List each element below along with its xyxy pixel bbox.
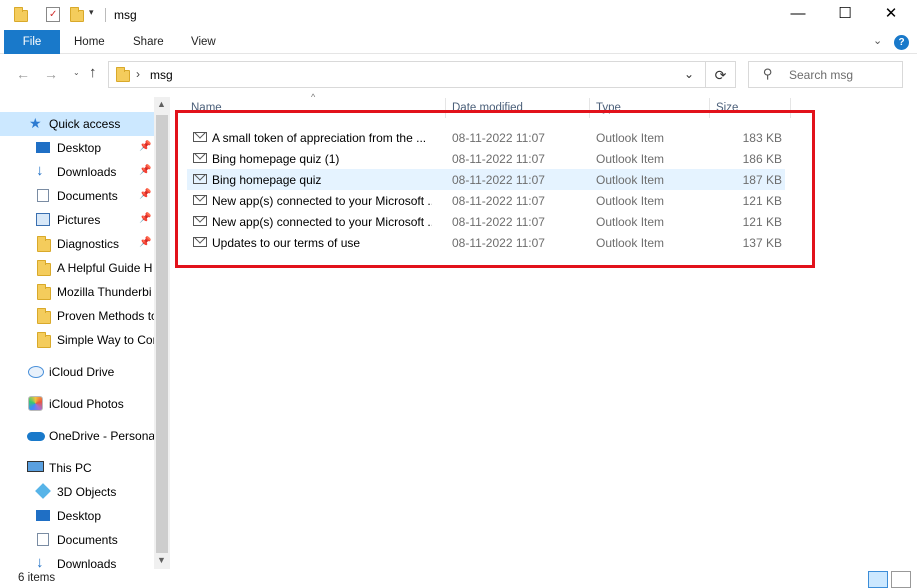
title-bar: ✓ ▾ msg — ☐ ✕ xyxy=(0,0,917,30)
address-folder-msg[interactable]: msg xyxy=(150,68,173,82)
sidebar-item-label: OneDrive - Personal xyxy=(49,429,154,443)
sidebar-item-pictures[interactable]: Pictures 📌 xyxy=(0,208,154,232)
details-view-icon[interactable] xyxy=(868,571,888,588)
sidebar-item-label: A Helpful Guide H xyxy=(57,261,153,275)
properties-icon[interactable]: ✓ xyxy=(46,7,60,22)
status-bar: 6 items xyxy=(0,570,917,588)
folder-icon xyxy=(37,308,51,324)
scroll-up-icon[interactable]: ▲ xyxy=(157,99,166,109)
tab-share[interactable]: Share xyxy=(133,30,164,54)
highlight-annotation-box xyxy=(175,110,815,268)
address-history-icon[interactable]: ⌄ xyxy=(684,67,694,81)
sidebar-item-label: Quick access xyxy=(49,117,121,131)
sidebar-item-proven-methods[interactable]: Proven Methods to xyxy=(0,304,154,328)
tab-file[interactable]: File xyxy=(4,30,60,54)
back-button[interactable]: ← xyxy=(16,66,30,82)
help-icon[interactable]: ? xyxy=(894,35,909,50)
search-placeholder[interactable]: Search msg xyxy=(789,68,853,82)
search-icon: ⚲ xyxy=(763,66,773,81)
sidebar-item-icloud-photos[interactable]: iCloud Photos xyxy=(0,392,154,416)
sidebar-item-icloud-drive[interactable]: iCloud Drive xyxy=(0,360,154,384)
sidebar-item-label: This PC xyxy=(49,461,92,475)
tab-home[interactable]: Home xyxy=(74,30,105,54)
sidebar-item-label: Diagnostics xyxy=(57,237,120,251)
large-icons-view-icon[interactable] xyxy=(891,571,911,588)
pin-icon: 📌 xyxy=(139,189,152,200)
window-title: msg xyxy=(114,8,137,22)
maximize-button[interactable]: ☐ xyxy=(822,0,868,30)
scrollbar-thumb[interactable] xyxy=(156,115,168,553)
pin-icon: 📌 xyxy=(139,141,152,152)
navigation-pane: ★ Quick access Desktop 📌 ↓ Downloads 📌 D… xyxy=(0,97,170,569)
icloud-photos-icon xyxy=(28,396,43,411)
refresh-button[interactable]: ⟳ xyxy=(706,61,736,88)
downloads-icon: ↓ xyxy=(36,162,44,179)
sidebar-item-diagnostics[interactable]: Diagnostics 📌 xyxy=(0,232,154,256)
sidebar-item-label: Downloads xyxy=(57,165,117,179)
scroll-down-icon[interactable]: ▼ xyxy=(157,555,166,565)
content-scrollbar-area xyxy=(903,97,917,569)
folder-icon xyxy=(37,284,51,300)
desktop-icon xyxy=(36,142,50,153)
star-icon: ★ xyxy=(29,115,42,131)
sidebar-item-onedrive[interactable]: OneDrive - Personal xyxy=(0,424,154,448)
recent-locations-icon[interactable]: ⌄ xyxy=(73,68,80,77)
folder-icon xyxy=(37,260,51,276)
pin-icon: 📌 xyxy=(139,213,152,224)
sidebar-item-downloads[interactable]: ↓ Downloads 📌 xyxy=(0,160,154,184)
folder-icon xyxy=(116,67,130,82)
pictures-icon xyxy=(36,213,50,226)
sidebar-item-label: Mozilla Thunderbi xyxy=(57,285,152,299)
close-button[interactable]: ✕ xyxy=(868,0,914,30)
sidebar-item-label: Pictures xyxy=(57,213,101,227)
sidebar-item-desktop[interactable]: Desktop 📌 xyxy=(0,136,154,160)
sidebar-item-label: 3D Objects xyxy=(57,485,117,499)
sidebar-item-label: Documents xyxy=(57,189,118,203)
sidebar-item-label: iCloud Drive xyxy=(49,365,115,379)
documents-icon xyxy=(37,533,49,546)
expand-ribbon-icon[interactable]: ⌄ xyxy=(873,34,882,47)
minimize-button[interactable]: — xyxy=(775,0,821,30)
sidebar-item-label: Desktop xyxy=(57,141,102,155)
new-folder-icon[interactable] xyxy=(70,7,84,22)
sidebar-item-mozilla-thunderbird[interactable]: Mozilla Thunderbi xyxy=(0,280,154,304)
sidebar-item-simple-way[interactable]: Simple Way to Cor xyxy=(0,328,154,352)
documents-icon xyxy=(37,189,49,202)
3d-objects-icon xyxy=(35,483,51,499)
up-button[interactable]: ↑ xyxy=(89,64,97,81)
customize-quick-access-icon[interactable]: ▾ xyxy=(89,7,94,18)
tab-view[interactable]: View xyxy=(191,30,216,54)
address-bar[interactable]: › msg ⌄ xyxy=(108,61,706,88)
sidebar-item-label: Desktop xyxy=(57,509,102,523)
sidebar-scrollbar[interactable]: ▲ ▼ xyxy=(154,97,170,569)
downloads-icon: ↓ xyxy=(36,554,44,569)
folder-icon xyxy=(14,7,28,22)
ribbon: File Home Share View ⌄ ? xyxy=(0,30,917,54)
pin-icon: 📌 xyxy=(139,237,152,248)
sidebar-item-pc-downloads[interactable]: ↓ Downloads xyxy=(0,552,154,569)
path-separator[interactable]: › xyxy=(136,67,140,81)
sidebar-item-3d-objects[interactable]: 3D Objects xyxy=(0,480,154,504)
desktop-icon xyxy=(36,510,50,521)
folder-icon xyxy=(37,332,51,348)
pc-icon xyxy=(27,461,44,472)
sidebar-item-label: Proven Methods to xyxy=(57,309,154,323)
sidebar-item-documents[interactable]: Documents 📌 xyxy=(0,184,154,208)
sidebar-item-this-pc[interactable]: This PC xyxy=(0,456,154,480)
forward-button[interactable]: → xyxy=(44,66,58,82)
icloud-icon xyxy=(28,366,44,378)
folder-icon xyxy=(37,236,51,252)
pin-icon: 📌 xyxy=(139,165,152,176)
sidebar-item-label: iCloud Photos xyxy=(49,397,124,411)
sidebar-item-label: Documents xyxy=(57,533,118,547)
onedrive-icon xyxy=(27,432,45,441)
sidebar-item-helpful-guide[interactable]: A Helpful Guide H xyxy=(0,256,154,280)
item-count: 6 items xyxy=(18,572,56,584)
sidebar-item-pc-desktop[interactable]: Desktop xyxy=(0,504,154,528)
sidebar-item-label: Downloads xyxy=(57,557,117,569)
sidebar-item-quick-access[interactable]: ★ Quick access xyxy=(0,112,154,136)
sidebar-item-label: Simple Way to Cor xyxy=(57,333,154,347)
sidebar-item-pc-documents[interactable]: Documents xyxy=(0,528,154,552)
search-box[interactable]: ⚲ Search msg xyxy=(748,61,903,88)
